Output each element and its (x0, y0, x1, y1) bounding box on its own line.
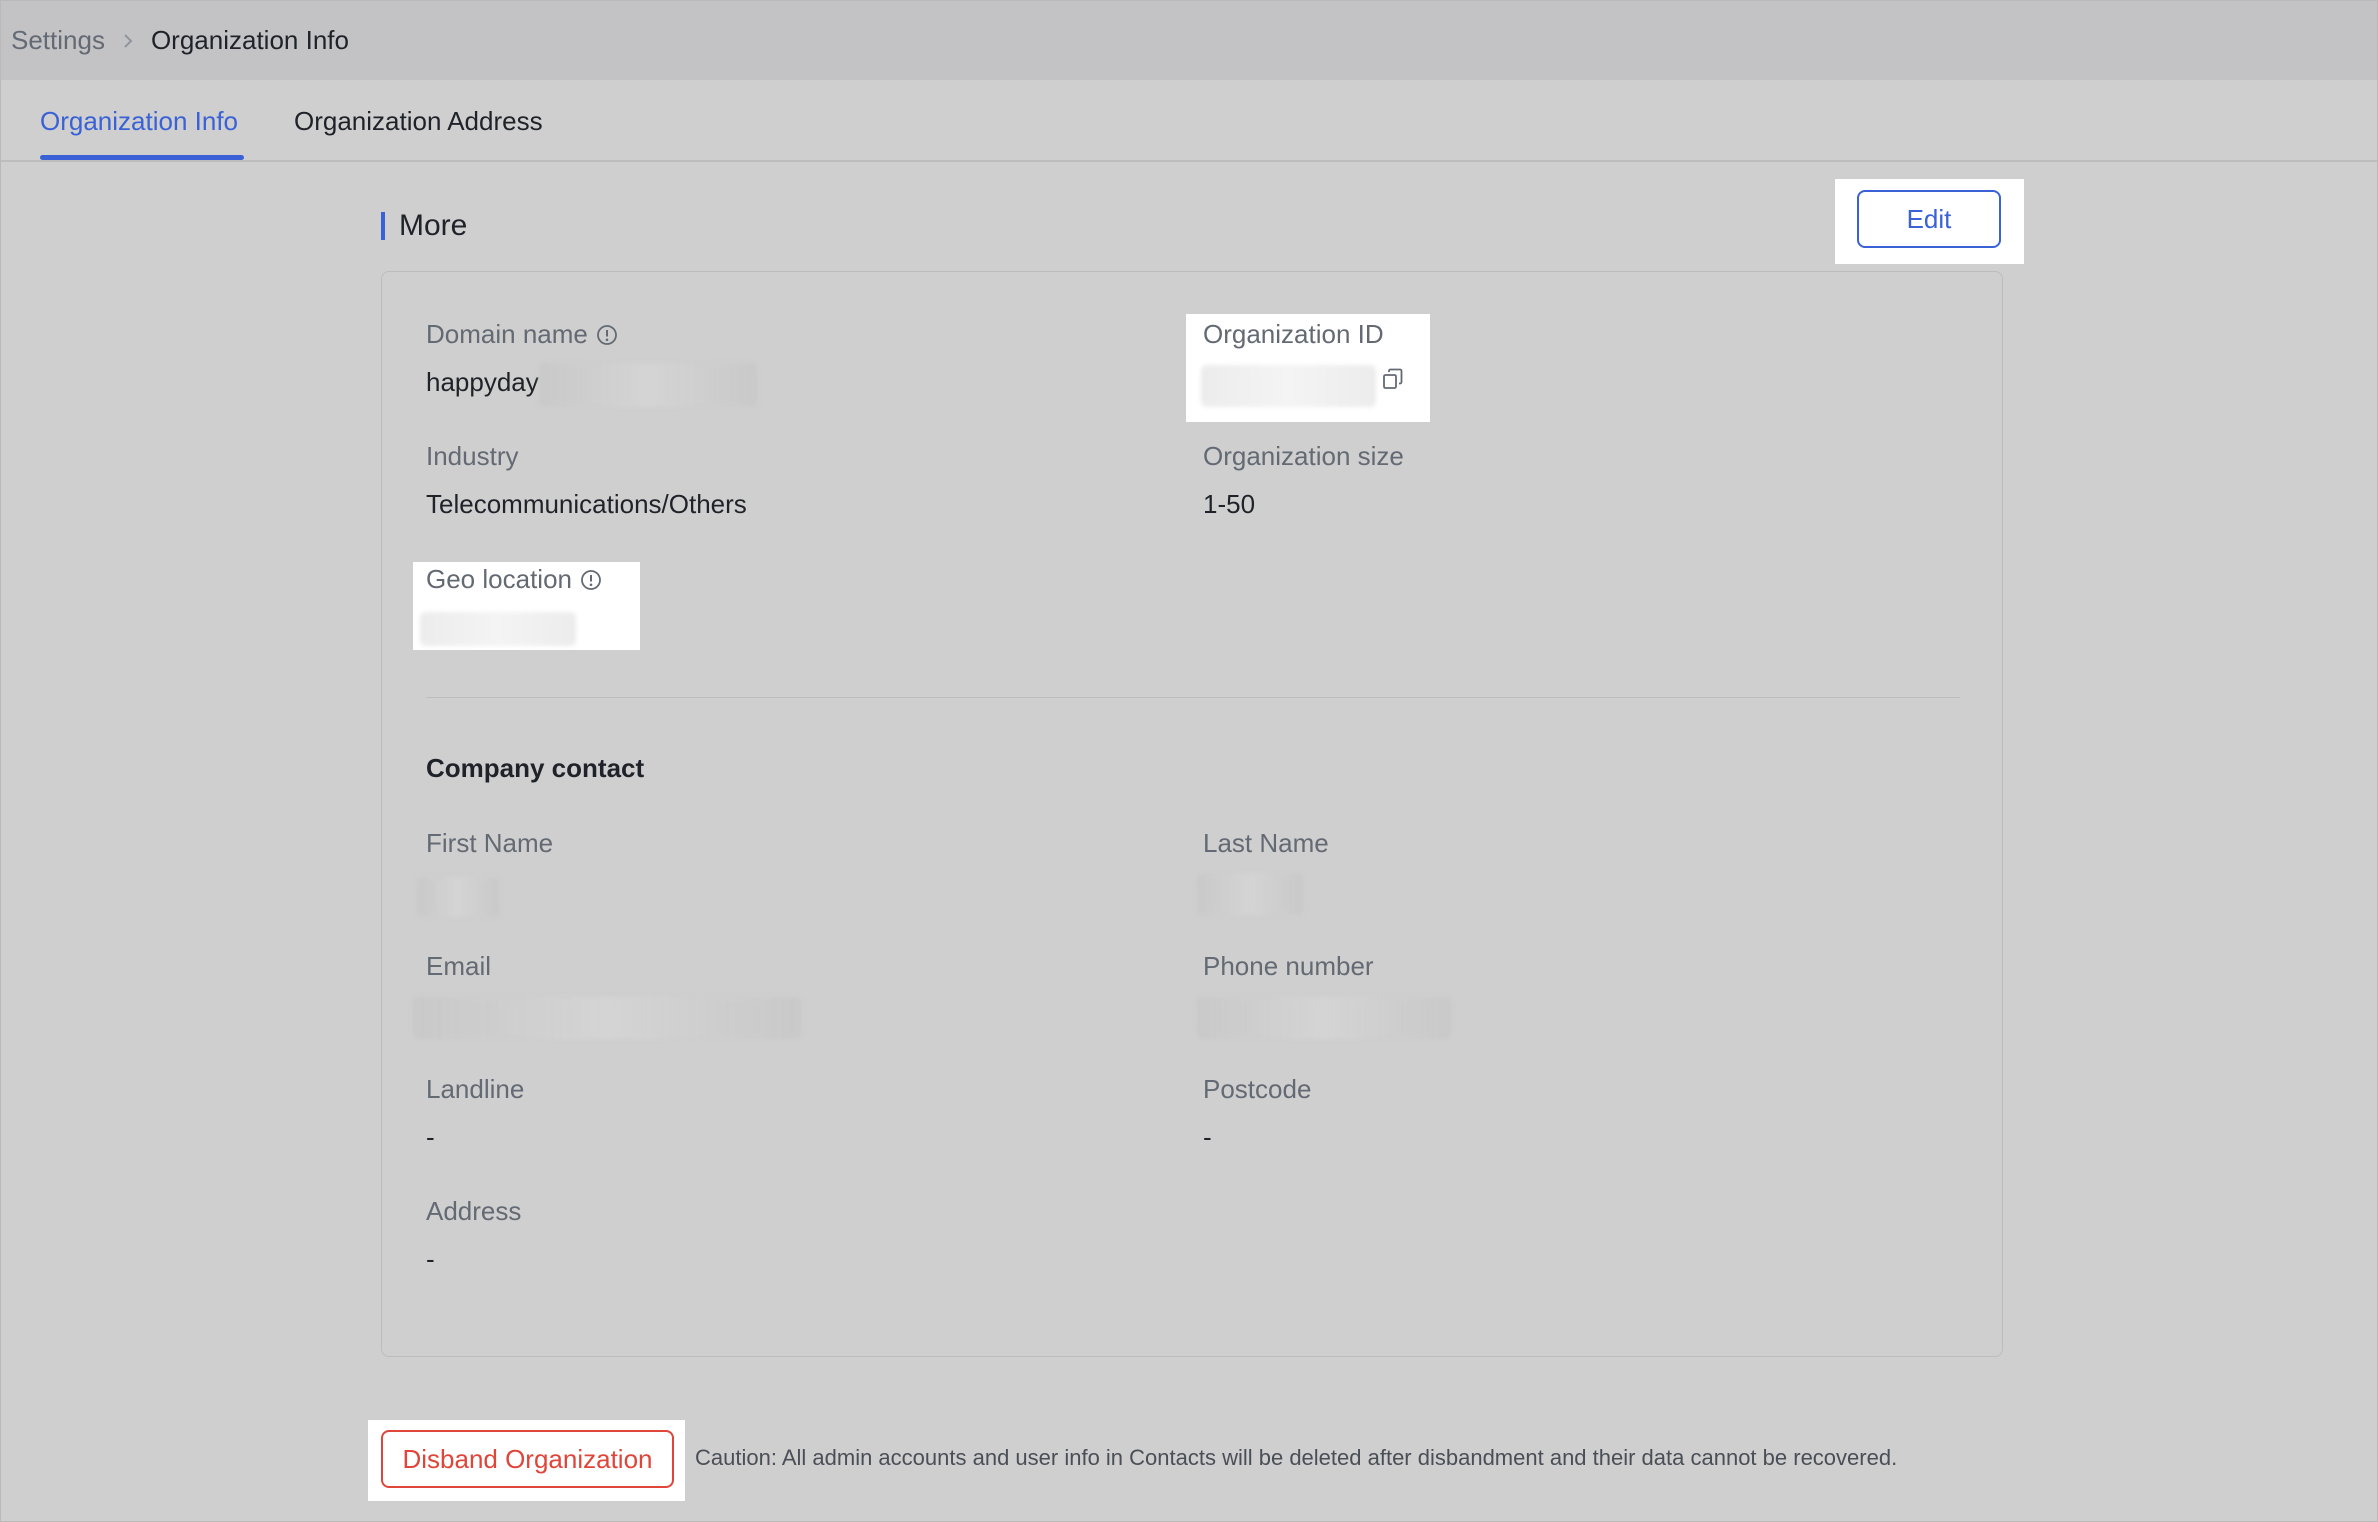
section-title-text: More (399, 209, 468, 242)
section-divider (426, 697, 1960, 698)
domain-name-label: Domain name (426, 319, 618, 350)
info-card (381, 271, 2003, 1357)
info-icon[interactable] (596, 324, 618, 346)
last-name-redacted (1197, 873, 1303, 915)
section-title: More (381, 209, 467, 243)
industry-value: Telecommunications/Others (426, 489, 747, 519)
disband-organization-button[interactable]: Disband Organization (381, 1430, 674, 1488)
tab-bar: Organization Info Organization Address (1, 80, 2377, 162)
geo-location-label-text: Geo location (426, 564, 572, 594)
postcode-label: Postcode (1203, 1074, 1312, 1104)
email-label: Email (426, 951, 492, 981)
domain-name-redacted (539, 363, 757, 407)
organization-size-label: Organization size (1203, 441, 1404, 471)
geo-location-redacted (420, 612, 576, 646)
landline-value: - (426, 1122, 435, 1152)
first-name-label: First Name (426, 828, 554, 858)
organization-info-page: Settings Organization Info Organization … (0, 0, 2378, 1522)
landline-label: Landline (426, 1074, 525, 1104)
breadcrumb-settings[interactable]: Settings (11, 25, 105, 56)
breadcrumb: Settings Organization Info (11, 25, 349, 56)
copy-icon[interactable] (1381, 367, 1405, 391)
breadcrumb-current: Organization Info (150, 25, 349, 55)
address-value: - (426, 1244, 435, 1274)
info-icon[interactable] (580, 569, 602, 591)
phone-number-redacted (1197, 997, 1451, 1039)
organization-size-value: 1-50 (1203, 489, 1256, 519)
tab-organization-info[interactable]: Organization Info (40, 106, 238, 137)
domain-name-value: happyday (426, 367, 539, 397)
organization-id-label: Organization ID (1203, 319, 1384, 349)
phone-number-label: Phone number (1203, 951, 1374, 981)
top-bar: Settings Organization Info (1, 1, 2377, 80)
tab-organization-address[interactable]: Organization Address (294, 106, 543, 137)
disband-caution-text: Caution: All admin accounts and user inf… (695, 1445, 1898, 1470)
chevron-right-icon (124, 33, 133, 48)
organization-id-redacted (1201, 365, 1376, 407)
postcode-value: - (1203, 1122, 1212, 1152)
first-name-redacted (417, 877, 499, 917)
email-redacted (413, 997, 801, 1039)
address-label: Address (426, 1196, 522, 1226)
last-name-label: Last Name (1203, 828, 1329, 858)
industry-label: Industry (426, 441, 519, 471)
edit-button[interactable]: Edit (1857, 190, 2001, 248)
active-tab-indicator (40, 155, 244, 160)
section-accent-bar (381, 212, 385, 240)
company-contact-title: Company contact (426, 753, 645, 783)
geo-location-label: Geo location (426, 564, 602, 595)
domain-name-label-text: Domain name (426, 319, 588, 349)
